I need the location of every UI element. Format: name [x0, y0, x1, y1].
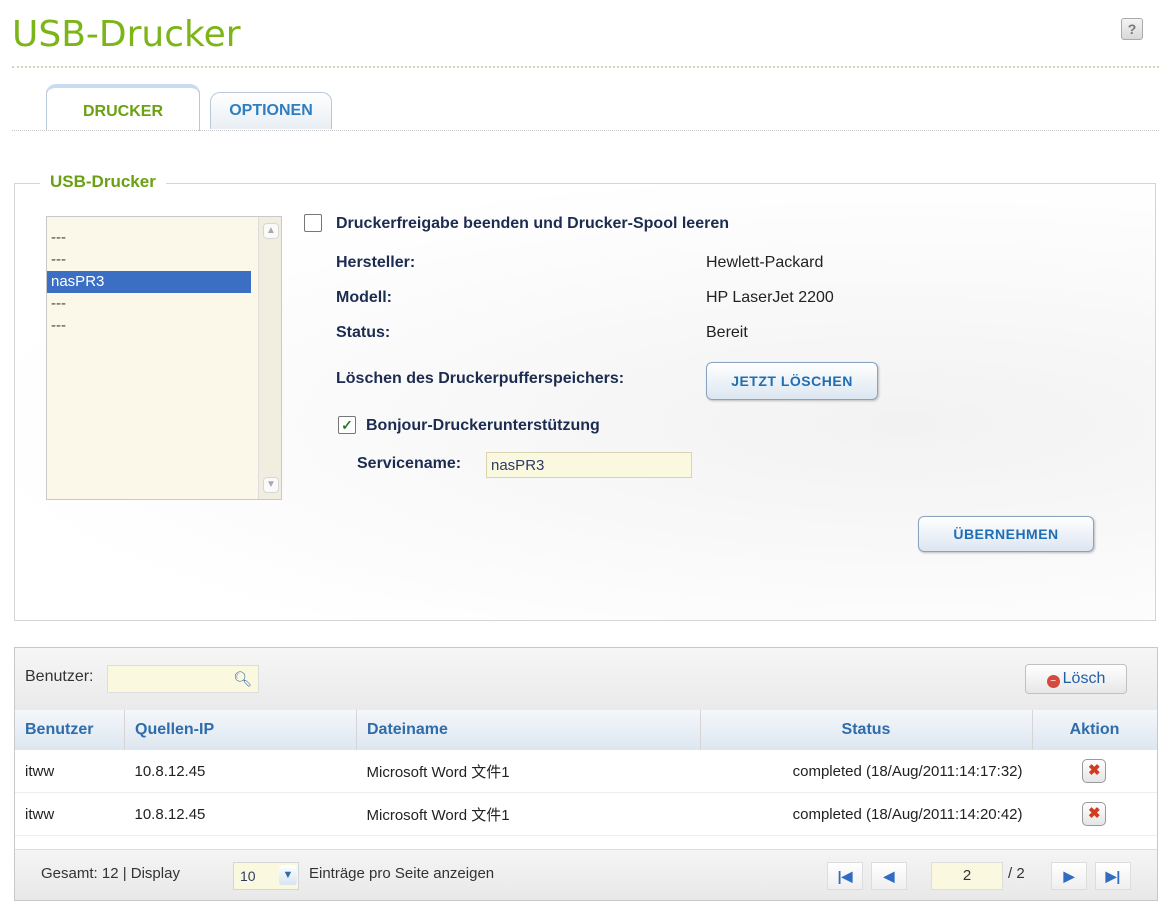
manufacturer-label: Hersteller: [336, 254, 416, 271]
printer-list-item[interactable]: --- [47, 249, 251, 271]
tabs-divider [12, 130, 1159, 131]
table-row[interactable]: itww 10.8.12.45 Microsoft Word 文件1 compl… [15, 792, 1157, 836]
per-page-value: 10 [240, 868, 256, 884]
delete-button[interactable]: − Lösch [1025, 664, 1127, 694]
bonjour-label: Bonjour-Druckerunterstützung [366, 417, 600, 434]
print-jobs-table: Benutzer Quellen-IP Dateiname Status Akt… [15, 710, 1157, 836]
cell-user: itww [15, 792, 125, 836]
minus-circle-icon: − [1046, 675, 1060, 688]
search-icon[interactable]: 🔍︎ [233, 670, 252, 688]
column-header-action: Aktion [1032, 710, 1157, 750]
next-page-icon[interactable]: ▶ [1051, 862, 1087, 890]
per-page-select[interactable]: 10 ▼ [233, 862, 299, 890]
column-header-filename[interactable]: Dateiname [356, 710, 701, 750]
service-name-label: Servicename: [357, 455, 462, 472]
cell-filename: Microsoft Word 文件1 [356, 750, 701, 793]
printer-list-item[interactable]: --- [47, 293, 251, 315]
per-page-suffix: Einträge pro Seite anzeigen [309, 865, 495, 882]
page-title: USB-Drucker [12, 14, 241, 55]
scroll-down-icon[interactable]: ▼ [263, 477, 279, 493]
cell-action: ✖ [1032, 750, 1157, 793]
total-pages-text: / 2 [1008, 865, 1025, 882]
delete-job-icon[interactable]: ✖ [1082, 802, 1107, 826]
cell-user: itww [15, 750, 125, 793]
column-header-status[interactable]: Status [700, 710, 1033, 750]
clear-now-button[interactable]: JETZT LÖSCHEN [706, 362, 878, 400]
delete-button-label: Lösch [1062, 670, 1106, 687]
printer-list-item[interactable]: --- [47, 315, 251, 337]
stop-sharing-label: Druckerfreigabe beenden und Drucker-Spoo… [336, 215, 729, 232]
column-header-source-ip[interactable]: Quellen-IP [124, 710, 357, 750]
delete-job-icon[interactable]: ✖ [1082, 759, 1107, 783]
prev-page-icon[interactable]: ◀ [871, 862, 907, 890]
page-number-input[interactable]: 2 [931, 862, 1003, 890]
pagination-footer: Gesamt: 12 | Display 10 ▼ Einträge pro S… [15, 849, 1157, 900]
title-divider [12, 66, 1159, 68]
printer-list-item-selected[interactable]: nasPR3 [47, 271, 251, 293]
user-search-input[interactable]: 🔍︎ [107, 665, 259, 693]
scroll-up-icon[interactable]: ▲ [263, 223, 279, 239]
jobs-toolbar: Benutzer: 🔍︎ − Lösch [15, 648, 1157, 711]
tab-optionen[interactable]: OPTIONEN [210, 92, 332, 129]
service-name-input[interactable] [486, 452, 692, 478]
cell-action: ✖ [1032, 792, 1157, 836]
printer-fieldset-legend: USB-Drucker [40, 172, 166, 192]
model-label: Modell: [336, 289, 392, 306]
cell-source-ip: 10.8.12.45 [124, 792, 357, 836]
cell-source-ip: 10.8.12.45 [124, 750, 357, 793]
apply-button[interactable]: ÜBERNEHMEN [918, 516, 1094, 552]
chevron-down-icon[interactable]: ▼ [279, 865, 297, 885]
first-page-icon[interactable]: |◀ [827, 862, 863, 890]
last-page-icon[interactable]: ▶| [1095, 862, 1131, 890]
table-row[interactable]: itww 10.8.12.45 Microsoft Word 文件1 compl… [15, 750, 1157, 793]
manufacturer-value: Hewlett-Packard [706, 254, 824, 271]
printer-list-scrollbar[interactable]: ▲ ▼ [258, 217, 281, 499]
stop-sharing-checkbox[interactable] [304, 214, 322, 232]
status-label: Status: [336, 324, 391, 341]
total-count-text: Gesamt: 12 | Display [41, 865, 180, 882]
model-value: HP LaserJet 2200 [706, 289, 834, 306]
user-search-label: Benutzer: [25, 668, 94, 685]
printer-list[interactable]: --- --- nasPR3 --- --- ▲ ▼ [46, 216, 282, 500]
cell-status: completed (18/Aug/2011:14:20:42) [700, 792, 1033, 836]
print-jobs-panel: Benutzer: 🔍︎ − Lösch Benutzer Quellen-IP … [14, 647, 1158, 901]
cell-status: completed (18/Aug/2011:14:17:32) [700, 750, 1033, 793]
clear-buffer-label: Löschen des Druckerpufferspeichers: [336, 370, 625, 387]
tab-drucker[interactable]: DRUCKER [46, 84, 200, 131]
status-value: Bereit [706, 324, 748, 341]
bonjour-checkbox[interactable]: ✓ [338, 416, 356, 434]
printer-list-item[interactable]: --- [47, 227, 251, 249]
help-icon[interactable]: ? [1121, 18, 1143, 40]
cell-filename: Microsoft Word 文件1 [356, 792, 701, 836]
column-header-user[interactable]: Benutzer [15, 710, 125, 750]
